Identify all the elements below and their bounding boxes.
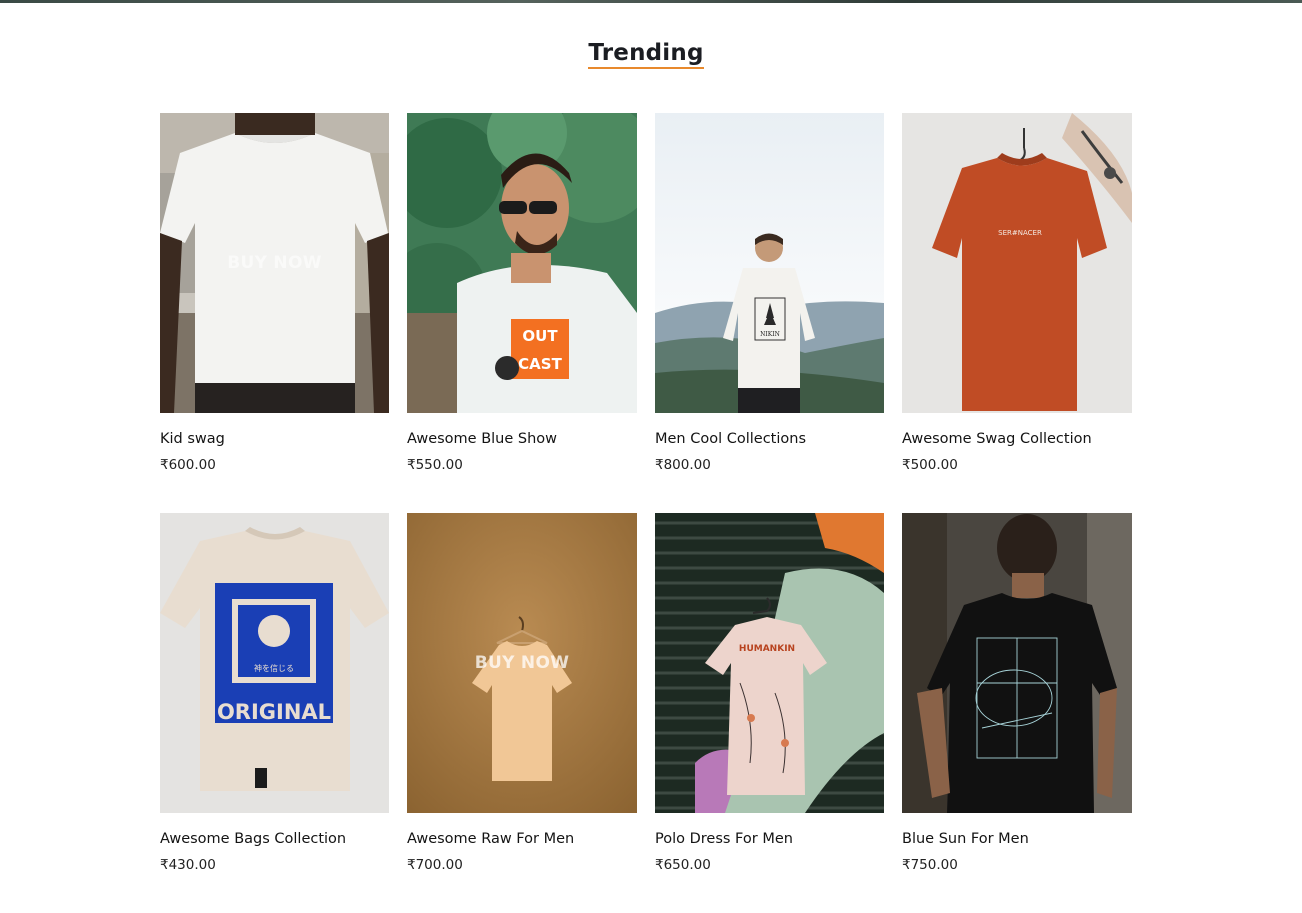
- product-name[interactable]: Awesome Bags Collection: [160, 831, 346, 847]
- product-name[interactable]: Kid swag: [160, 431, 225, 447]
- product-card[interactable]: BUY NOW Kid swag ₹600.00: [160, 113, 389, 513]
- product-price: ₹500.00: [902, 457, 958, 473]
- product-card[interactable]: HUMANKIN Polo Dress For Men ₹650.00: [655, 513, 884, 913]
- p2-shirt-text: CAST: [518, 355, 562, 373]
- product-card[interactable]: SER#NACER Awesome Swag Collection ₹500.0…: [902, 113, 1132, 513]
- section-title: Trending: [588, 40, 704, 69]
- product-card[interactable]: NIKIN Men Cool Collections ₹800.00: [655, 113, 884, 513]
- product-name[interactable]: Awesome Raw For Men: [407, 831, 574, 847]
- p3-shirt-text: NIKIN: [760, 331, 780, 338]
- hero-image-bottom-edge: [0, 0, 1302, 3]
- p2-shirt-text: OUT: [522, 327, 558, 345]
- product-price: ₹430.00: [160, 857, 216, 873]
- section-heading: Trending: [0, 40, 1292, 69]
- product-image[interactable]: 神を信じる ORIGINAL: [160, 513, 389, 813]
- product-grid: BUY NOW Kid swag ₹600.00 OUT CAST Awesom…: [160, 113, 1132, 913]
- product-card[interactable]: BUY NOW Awesome Raw For Men ₹700.00: [407, 513, 637, 913]
- p5-shirt-text: 神を信じる: [254, 663, 294, 673]
- product-card[interactable]: 神を信じる ORIGINAL Awesome Bags Collection ₹…: [160, 513, 389, 913]
- product-image[interactable]: SER#NACER: [902, 113, 1132, 413]
- product-image[interactable]: NIKIN: [655, 113, 884, 413]
- p7-shirt-text: HUMANKIN: [739, 644, 795, 654]
- product-price: ₹550.00: [407, 457, 463, 473]
- product-price: ₹700.00: [407, 857, 463, 873]
- product-name[interactable]: Polo Dress For Men: [655, 831, 793, 847]
- product-price: ₹800.00: [655, 457, 711, 473]
- product-image[interactable]: HUMANKIN: [655, 513, 884, 813]
- buy-now-overlay[interactable]: BUY NOW: [160, 253, 389, 273]
- product-price: ₹650.00: [655, 857, 711, 873]
- product-card[interactable]: Blue Sun For Men ₹750.00: [902, 513, 1132, 913]
- product-image[interactable]: BUY NOW: [160, 113, 389, 413]
- product-image[interactable]: BUY NOW: [407, 513, 637, 813]
- product-price: ₹750.00: [902, 857, 958, 873]
- p4-shirt-text: SER#NACER: [998, 229, 1042, 237]
- product-name[interactable]: Men Cool Collections: [655, 431, 806, 447]
- product-card[interactable]: OUT CAST Awesome Blue Show ₹550.00: [407, 113, 637, 513]
- p5-shirt-text: ORIGINAL: [217, 700, 331, 724]
- product-price: ₹600.00: [160, 457, 216, 473]
- product-name[interactable]: Awesome Blue Show: [407, 431, 557, 447]
- buy-now-overlay[interactable]: BUY NOW: [407, 653, 637, 673]
- product-image[interactable]: [902, 513, 1132, 813]
- product-name[interactable]: Blue Sun For Men: [902, 831, 1029, 847]
- product-image[interactable]: OUT CAST: [407, 113, 637, 413]
- product-name[interactable]: Awesome Swag Collection: [902, 431, 1092, 447]
